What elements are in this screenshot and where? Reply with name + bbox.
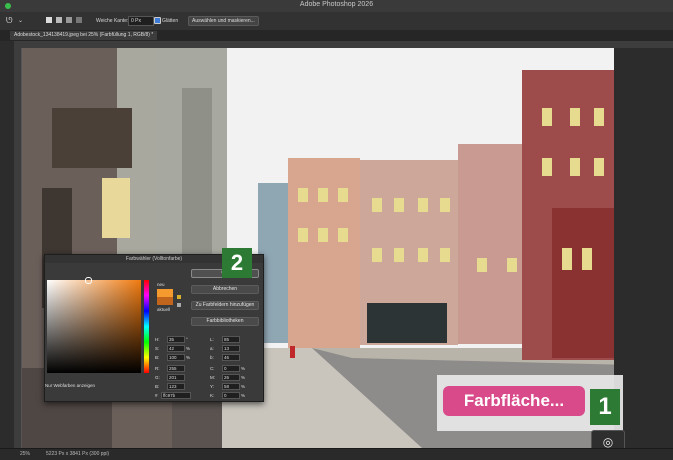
hex-label: # (155, 393, 158, 398)
document-tab-bar: Adobestock_134138419.jpeg bei 25% (Farbf… (0, 30, 673, 41)
s-label: S: (155, 346, 160, 351)
warning-cube-icon[interactable] (177, 295, 181, 299)
g-input[interactable]: 201 (167, 374, 185, 381)
new-color-swatch (157, 289, 173, 297)
lab-a-label: a: (210, 346, 214, 351)
vertical-ruler[interactable] (14, 48, 22, 448)
h-input[interactable]: 35 (167, 336, 185, 343)
antialias-checkbox[interactable] (154, 17, 161, 24)
m-unit: % (241, 375, 246, 380)
m-input[interactable]: 26 (222, 374, 240, 381)
r-input[interactable]: 255 (167, 365, 185, 372)
web-safe-cube-icon[interactable] (177, 303, 181, 307)
s-unit: % (186, 346, 191, 351)
new-selection-icon[interactable] (46, 17, 52, 23)
subtract-selection-icon[interactable] (66, 17, 72, 23)
hue-slider[interactable] (144, 280, 149, 373)
k-unit: % (241, 393, 246, 398)
solid-color-fill-button[interactable]: Farbfläche... (443, 386, 585, 416)
s-input[interactable]: 42 (167, 345, 185, 352)
y-label: Y: (210, 384, 215, 389)
zoom-level[interactable]: 25% (20, 451, 30, 457)
c-input[interactable]: 0 (222, 365, 240, 372)
callout-number-1: 1 (590, 389, 620, 425)
add-selection-icon[interactable] (56, 17, 62, 23)
saturation-field[interactable] (47, 280, 141, 373)
bri-unit: % (186, 355, 191, 360)
status-bar: 25% 5223 Px x 3841 Px (300 ppi) (0, 448, 673, 460)
soft-edge-label: Weiche Kante: (96, 18, 129, 24)
m-label: M: (210, 375, 215, 380)
c-label: C: (210, 366, 215, 371)
current-color-swatch[interactable] (157, 297, 173, 305)
intersect-selection-icon[interactable] (76, 17, 82, 23)
current-color-label: aktuell (157, 307, 171, 312)
g-label: G: (155, 375, 160, 380)
lab-a-input[interactable]: 13 (222, 345, 240, 352)
b-input[interactable]: 123 (167, 383, 185, 390)
k-label: K: (210, 393, 215, 398)
lab-b-input[interactable]: 46 (222, 354, 240, 361)
y-input[interactable]: 58 (222, 383, 240, 390)
lab-l-input[interactable]: 85 (222, 336, 240, 343)
antialias-label: Glätten (162, 18, 179, 24)
chevron-down-icon[interactable]: ⌄ (18, 17, 23, 24)
hex-input[interactable]: ffc97b (161, 392, 191, 399)
options-bar: ᘎ ⌄ Weiche Kante: 0 Px Glätten Auswählen… (0, 12, 673, 31)
document-tab[interactable]: Adobestock_134138419.jpeg bei 25% (Farbf… (10, 31, 158, 40)
h-label: H: (155, 337, 160, 342)
y-unit: % (241, 384, 246, 389)
lasso-tool-icon[interactable]: ᘎ (6, 16, 13, 26)
cancel-button[interactable]: Abbrechen (191, 285, 259, 294)
app-title: Adobe Photoshop 2026 (299, 1, 374, 8)
callout-number-2: 2 (222, 248, 252, 278)
web-only-label[interactable]: Nur Webfarben anzeigen (45, 383, 95, 388)
select-and-mask-button[interactable]: Auswählen und maskieren... (188, 16, 259, 26)
new-color-label: neu (157, 282, 165, 287)
document-info: 5223 Px x 3841 Px (300 ppi) (46, 451, 110, 457)
soft-edge-input[interactable]: 0 Px (128, 16, 154, 26)
k-input[interactable]: 0 (222, 392, 240, 399)
r-label: R: (155, 366, 160, 371)
color-libraries-button[interactable]: Farbbibliotheken (191, 317, 259, 326)
b-label: B: (155, 384, 160, 389)
bri-input[interactable]: 100 (167, 354, 185, 361)
c-unit: % (241, 366, 246, 371)
bri-label: B: (155, 355, 160, 360)
title-bar: Adobe Photoshop 2026 (0, 0, 673, 12)
lab-l-label: L: (210, 337, 214, 342)
add-to-swatches-button[interactable]: Zu Farbfeldern hinzufügen (191, 301, 259, 310)
color-marker[interactable] (85, 277, 92, 284)
tool-strip (0, 41, 14, 448)
lab-b-label: b: (210, 355, 214, 360)
h-unit: ° (186, 337, 188, 342)
